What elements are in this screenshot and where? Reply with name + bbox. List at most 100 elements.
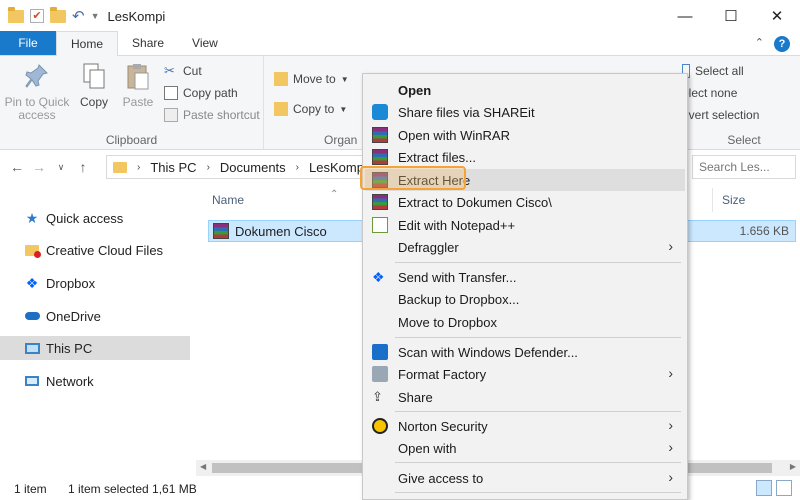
paste-shortcut-icon (164, 108, 178, 122)
cut-button[interactable]: ✂ Cut (164, 63, 202, 79)
organize-group: Move to ▼ Copy to ▼ Organ (264, 56, 362, 150)
select-none-button[interactable]: elect none (682, 86, 737, 100)
scroll-left-icon[interactable]: ◀ (200, 462, 206, 471)
shield-icon (372, 344, 388, 360)
winrar-icon (372, 127, 388, 143)
sidebar-item-dropbox[interactable]: ❖ Dropbox (0, 271, 190, 295)
copy-to-button[interactable]: Copy to ▼ (274, 102, 347, 116)
folder-icon (113, 161, 127, 173)
scissors-icon: ✂ (164, 63, 175, 78)
dropbox-icon: ❖ (25, 274, 39, 291)
maximize-button[interactable]: ☐ (708, 0, 754, 32)
menu-separator (395, 462, 681, 463)
dropbox-icon: ❖ (372, 269, 385, 285)
breadcrumb-this-pc[interactable]: This PC (150, 160, 196, 175)
menu-item-extract-files[interactable]: Extract files... (365, 146, 685, 168)
menu-item-norton-security[interactable]: Norton Security › (365, 415, 685, 437)
menu-item-extract-to-folder[interactable]: Extract to Dokumen Cisco\ (365, 191, 685, 213)
tab-home[interactable]: Home (56, 31, 119, 56)
menu-item-share[interactable]: ⇪ Share (365, 386, 685, 408)
minimize-button[interactable]: — (662, 0, 708, 32)
tab-file[interactable]: File (0, 31, 56, 55)
sidebar-item-this-pc[interactable]: This PC (0, 336, 190, 360)
item-count: 1 item (14, 482, 47, 496)
sidebar-item-network[interactable]: Network (0, 369, 190, 393)
menu-item-open-with[interactable]: Open with › (365, 437, 685, 459)
submenu-arrow-icon: › (668, 417, 673, 433)
back-button[interactable]: ← (6, 159, 28, 175)
creative-cloud-icon (24, 242, 41, 258)
copy-button[interactable]: Copy (76, 62, 112, 109)
copy-icon (83, 63, 105, 89)
large-icons-view-icon[interactable] (776, 480, 792, 496)
copy-path-button[interactable]: Copy path (164, 86, 238, 100)
new-folder-icon[interactable] (50, 6, 66, 23)
menu-item-move-dropbox[interactable]: Move to Dropbox (365, 311, 685, 333)
pin-quick-access-button[interactable]: Pin to Quick access (4, 62, 70, 122)
breadcrumb-documents[interactable]: Documents (220, 160, 286, 175)
move-to-icon (274, 72, 288, 86)
menu-item-notepad-plus-plus[interactable]: Edit with Notepad++ (365, 214, 685, 236)
undo-icon[interactable]: ↶ (72, 7, 85, 25)
ribbon-tabs: File Home Share View ⌃ ? (0, 31, 800, 56)
pin-icon (25, 64, 48, 88)
menu-item-defraggler[interactable]: Defraggler › (365, 236, 685, 258)
extract-here-highlight (360, 166, 466, 190)
menu-item-give-access[interactable]: Give access to › (365, 467, 685, 489)
paste-icon (127, 64, 149, 90)
sidebar-item-creative-cloud[interactable]: Creative Cloud Files (0, 238, 190, 262)
menu-item-windows-defender[interactable]: Scan with Windows Defender... (365, 341, 685, 363)
paste-button[interactable]: Paste (120, 62, 156, 109)
close-button[interactable]: ✕ (754, 0, 800, 32)
winrar-icon (372, 194, 388, 210)
star-icon: ★ (25, 209, 39, 226)
search-input[interactable]: Search Les... (692, 155, 796, 179)
winrar-archive-icon (213, 223, 229, 239)
column-header-size[interactable]: Size (722, 184, 745, 216)
sidebar-item-onedrive[interactable]: OneDrive (0, 304, 190, 328)
organize-group-label: Organ (324, 133, 358, 147)
menu-item-send-with-transfer[interactable]: ❖ Send with Transfer... (365, 266, 685, 288)
paste-shortcut-button[interactable]: Paste shortcut (164, 108, 260, 122)
help-icon[interactable]: ? (774, 36, 790, 52)
column-header-name[interactable]: Name (212, 184, 244, 216)
move-to-button[interactable]: Move to ▼ (274, 72, 349, 86)
forward-button[interactable]: → (28, 159, 50, 175)
title-bar: ✔ ↶ ▼ LesKompi — ☐ ✕ (0, 0, 800, 32)
copy-path-icon (164, 86, 178, 100)
breadcrumb-leskompi[interactable]: LesKompi (309, 160, 367, 175)
file-name: Dokumen Cisco (235, 223, 327, 239)
menu-separator (395, 492, 681, 493)
quick-access-toolbar: ✔ ↶ ▼ (0, 6, 100, 25)
customize-qat-icon[interactable]: ▼ (91, 11, 100, 21)
shareit-icon (372, 104, 388, 120)
up-button[interactable]: ↑ (72, 159, 94, 175)
clipboard-group: Pin to Quick access Copy Paste ✂ Cut Cop… (0, 56, 264, 150)
recent-locations-icon[interactable]: ∨ (50, 162, 72, 173)
selection-info: 1 item selected 1,61 MB (68, 482, 197, 496)
sidebar-item-quick-access[interactable]: ★ Quick access (0, 206, 190, 230)
submenu-arrow-icon: › (668, 439, 673, 455)
computer-icon (24, 340, 40, 356)
folder-icon (8, 6, 24, 23)
menu-item-backup-dropbox[interactable]: Backup to Dropbox... (365, 288, 685, 310)
select-all-button[interactable]: Select all (682, 64, 744, 78)
details-view-icon[interactable] (756, 480, 772, 496)
properties-icon[interactable]: ✔ (30, 9, 44, 23)
select-group: Select all elect none nvert selection Se… (682, 56, 800, 150)
context-menu: Open Share files via SHAREit Open with W… (362, 73, 688, 500)
submenu-arrow-icon: › (668, 469, 673, 485)
menu-item-open-winrar[interactable]: Open with WinRAR (365, 124, 685, 146)
menu-item-format-factory[interactable]: Format Factory › (365, 363, 685, 385)
file-size: 1.656 KB (739, 224, 789, 238)
menu-item-shareit[interactable]: Share files via SHAREit (365, 101, 685, 123)
submenu-arrow-icon: › (668, 238, 673, 254)
copy-to-icon (274, 102, 288, 116)
collapse-ribbon-icon[interactable]: ⌃ (755, 36, 764, 52)
invert-selection-button[interactable]: nvert selection (682, 108, 759, 122)
menu-item-open[interactable]: Open (365, 79, 685, 101)
share-icon: ⇪ (372, 389, 383, 404)
tab-share[interactable]: Share (118, 31, 178, 55)
scroll-right-icon[interactable]: ▶ (790, 462, 796, 471)
tab-view[interactable]: View (178, 31, 232, 55)
